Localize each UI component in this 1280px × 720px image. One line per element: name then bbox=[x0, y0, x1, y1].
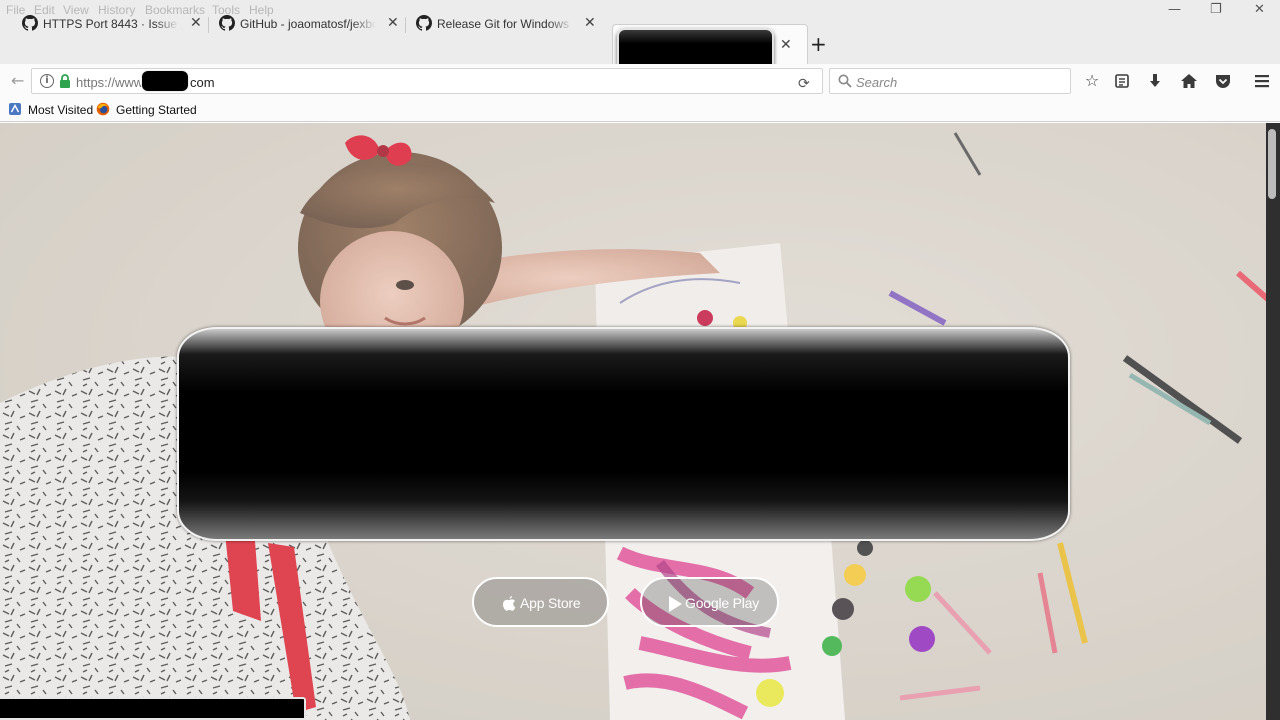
close-tab-icon[interactable]: ✕ bbox=[584, 15, 596, 31]
firefox-icon bbox=[96, 102, 110, 116]
download-icon[interactable] bbox=[1145, 71, 1165, 91]
tab-title: Release Git for Windows 2.10 bbox=[437, 17, 573, 31]
bookmarks-toolbar: Most Visited Getting Started bbox=[0, 98, 1280, 122]
star-icon[interactable]: ☆ bbox=[1082, 71, 1102, 91]
url-suffix: com bbox=[190, 75, 215, 90]
url-bar[interactable]: i https://www. com ⟳ bbox=[31, 68, 823, 94]
page-scrollbar[interactable] bbox=[1266, 123, 1280, 720]
navigation-bar: ← i https://www. com ⟳ Search ☆ bbox=[0, 64, 1280, 98]
secure-lock-icon bbox=[60, 74, 70, 88]
google-play-label: Google Play bbox=[685, 595, 760, 611]
google-play-button[interactable]: Google Play bbox=[640, 577, 779, 627]
redacted-domain bbox=[142, 71, 188, 91]
github-icon bbox=[219, 15, 235, 31]
tab-title: HTTPS Port 8443 · Issue #29 bbox=[43, 17, 179, 31]
github-icon bbox=[416, 15, 432, 31]
play-icon bbox=[669, 596, 682, 612]
tab-title: GitHub - joaomatosf/jexboss bbox=[240, 17, 376, 31]
menu-help[interactable]: Help bbox=[249, 3, 274, 17]
pocket-icon[interactable] bbox=[1213, 71, 1233, 91]
redacted-status-bar bbox=[0, 697, 306, 720]
tab-divider bbox=[208, 17, 209, 33]
github-icon bbox=[22, 15, 38, 31]
home-icon[interactable] bbox=[1179, 71, 1199, 91]
url-prefix: https://www. bbox=[76, 75, 147, 90]
search-placeholder: Search bbox=[856, 75, 898, 90]
new-tab-button[interactable]: + bbox=[810, 34, 827, 54]
close-window-button[interactable]: ✕ bbox=[1254, 2, 1265, 17]
apple-icon bbox=[503, 596, 516, 611]
minimize-button[interactable]: — bbox=[1168, 2, 1181, 17]
site-info-icon[interactable]: i bbox=[40, 74, 54, 88]
redacted-hero-banner bbox=[177, 327, 1070, 541]
search-bar[interactable]: Search bbox=[829, 68, 1071, 94]
menu-view[interactable]: View bbox=[63, 3, 89, 17]
close-tab-icon[interactable]: ✕ bbox=[190, 15, 202, 31]
reading-list-icon[interactable] bbox=[1112, 71, 1132, 91]
bookmark-getting-started[interactable]: Getting Started bbox=[116, 103, 197, 117]
menu-history[interactable]: History bbox=[98, 3, 135, 17]
scrollbar-thumb[interactable] bbox=[1268, 129, 1276, 199]
menu-icon[interactable] bbox=[1252, 71, 1272, 91]
back-arrow-icon[interactable]: ← bbox=[11, 71, 24, 90]
web-page-content: App Store Google Play bbox=[0, 123, 1280, 720]
restore-button[interactable]: ❐ bbox=[1210, 2, 1222, 17]
reload-icon[interactable]: ⟳ bbox=[798, 76, 810, 92]
search-icon bbox=[838, 74, 852, 88]
app-store-button[interactable]: App Store bbox=[472, 577, 609, 627]
close-active-tab-icon[interactable]: ✕ bbox=[780, 37, 792, 53]
bookmark-most-visited[interactable]: Most Visited bbox=[28, 103, 93, 117]
most-visited-icon bbox=[9, 103, 21, 115]
app-store-label: App Store bbox=[520, 595, 581, 611]
close-tab-icon[interactable]: ✕ bbox=[387, 15, 399, 31]
tab-divider bbox=[405, 17, 406, 33]
